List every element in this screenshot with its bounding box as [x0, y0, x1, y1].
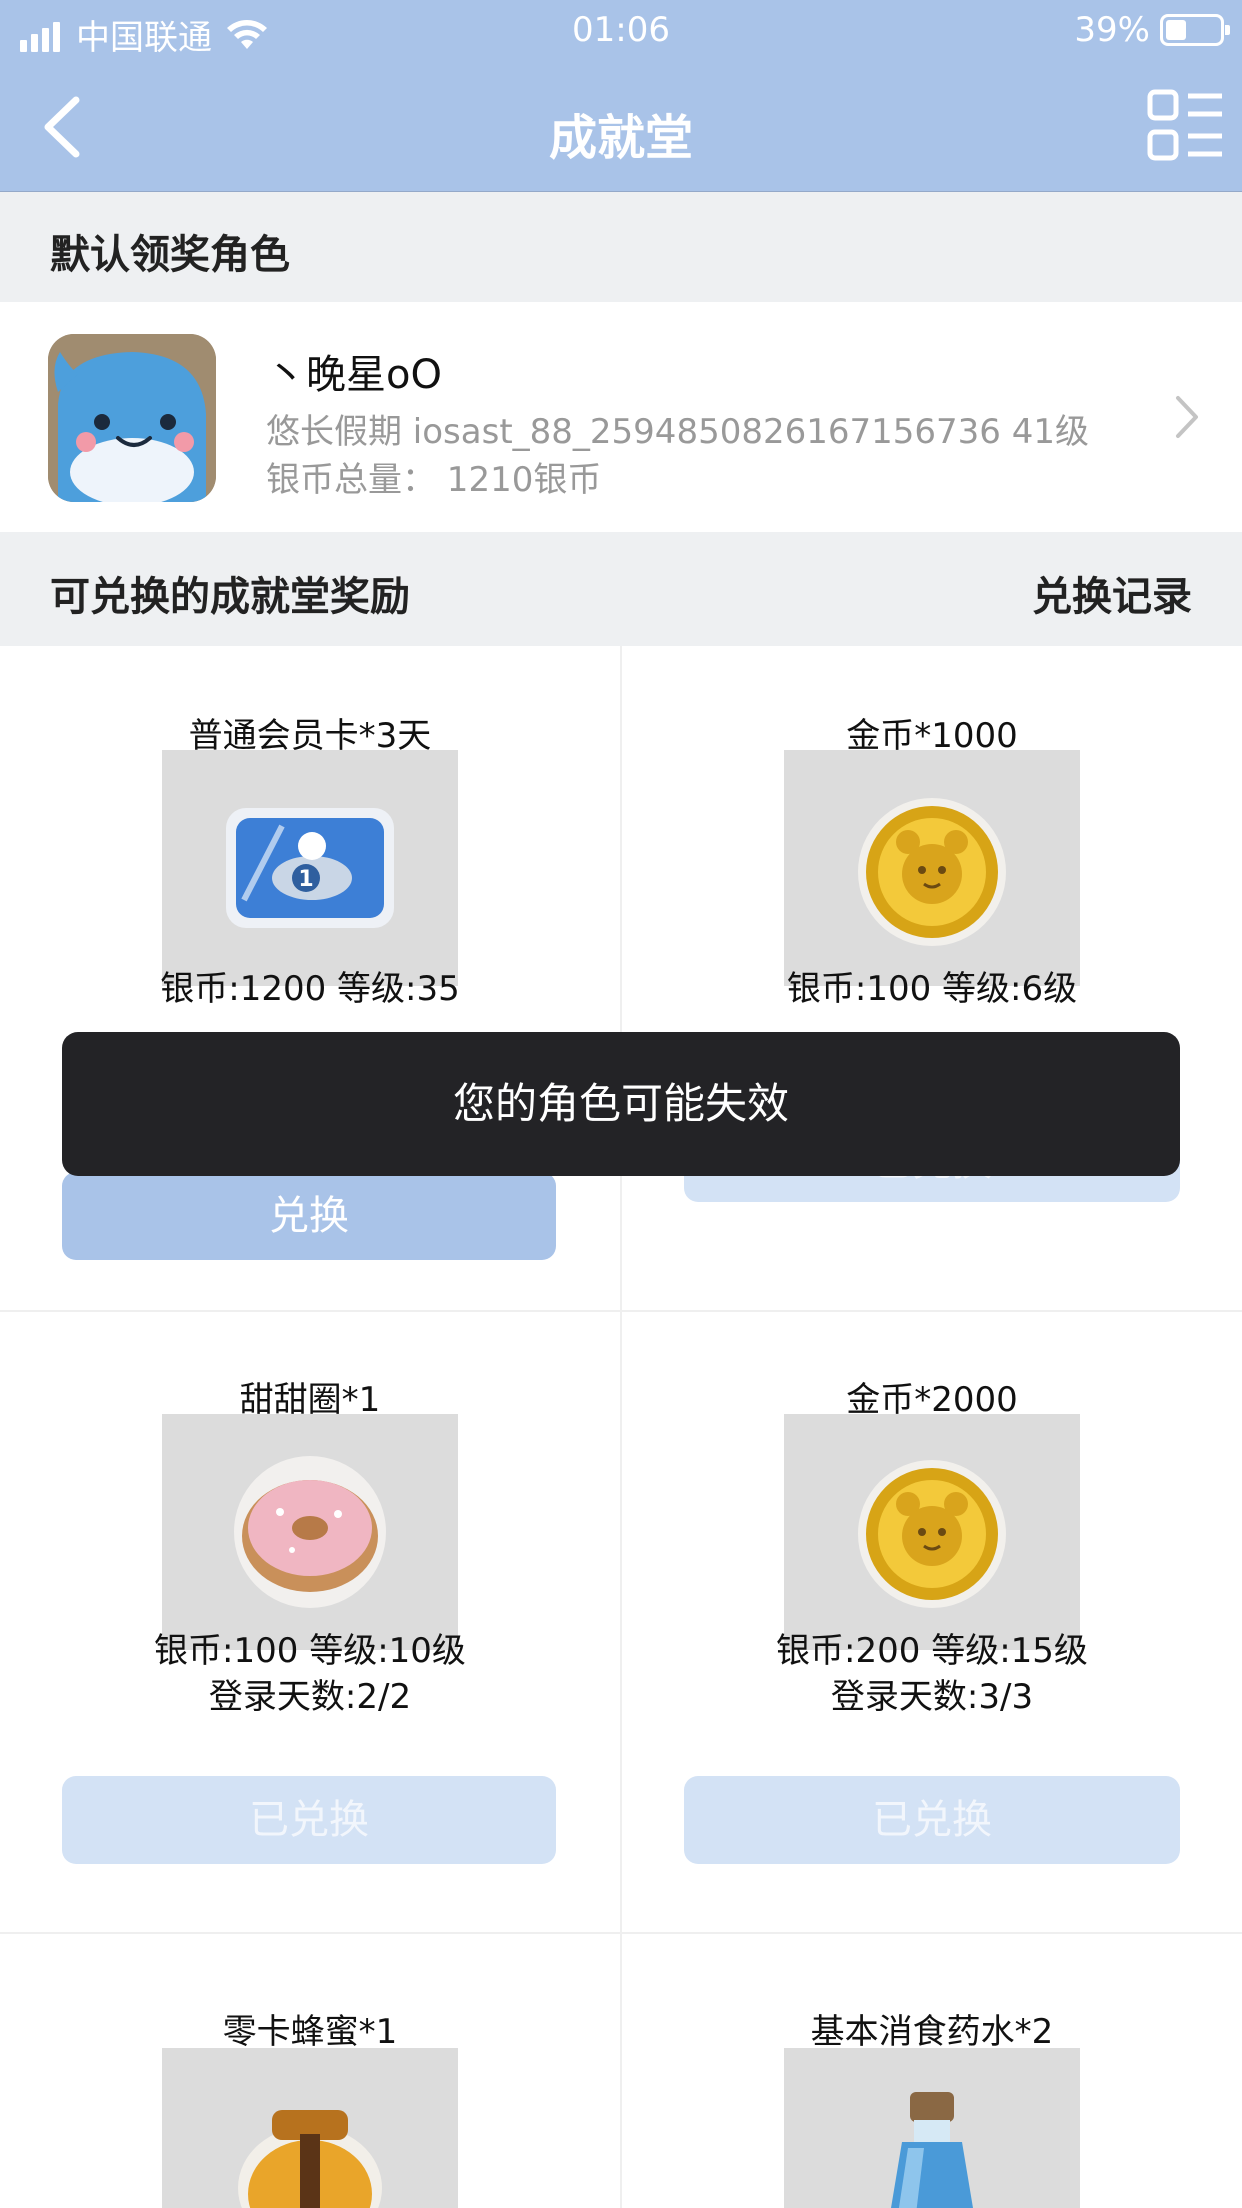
rewards-header: 可兑换的成就堂奖励 兑换记录 [0, 532, 1242, 646]
battery-percent: 39% [1074, 10, 1150, 50]
battery-icon [1160, 14, 1230, 46]
reward-name: 基本消食药水*2 [810, 2012, 1054, 2052]
reward-login-days: 登录天数:3/3 [830, 1677, 1034, 1717]
role-name: 丶晚星oO [266, 352, 442, 398]
status-bar: 中国联通 01:06 39% [0, 0, 1242, 62]
toast-message: 您的角色可能失效 [62, 1032, 1180, 1176]
reward-thumbnail [784, 1414, 1080, 1650]
potion-bottle-icon [891, 2092, 973, 2208]
reward-thumbnail [784, 750, 1080, 986]
reward-item: 零卡蜂蜜*1 [0, 1934, 620, 2208]
reward-name: 零卡蜂蜜*1 [222, 2012, 398, 2052]
exchange-button-disabled[interactable]: 已兑换 [684, 1776, 1180, 1864]
avatar [48, 334, 216, 502]
role-card[interactable]: 丶晚星oO 悠长假期 iosast_88_2594850826167156736… [0, 302, 1242, 532]
role-server-info: 悠长假期 iosast_88_2594850826167156736 41级 [266, 412, 1089, 452]
gold-coin-icon [858, 798, 1006, 946]
reward-thumbnail [162, 2048, 458, 2208]
reward-thumbnail [162, 1414, 458, 1650]
honey-jar-icon [238, 2110, 382, 2208]
reward-item: 金币*2000 银币:200 等级:15级 登录天数:3/3 已兑换 [620, 1312, 1242, 1934]
nav-bar: 成就堂 [0, 62, 1242, 192]
reward-thumbnail: 1 [162, 750, 458, 986]
reward-item: 基本消食药水*2 [620, 1934, 1242, 2208]
battery-fill [1166, 20, 1186, 40]
reward-item: 普通会员卡*3天 1 银币:1200 等级:35 兑换 [0, 646, 620, 1312]
page-title: 成就堂 [548, 110, 693, 166]
reward-login-days: 登录天数:2/2 [208, 1677, 412, 1717]
whale-avatar-icon [48, 334, 216, 502]
reward-item: 甜甜圈*1 银币:100 等级:10级 登录天数:2/2 已兑换 [0, 1312, 620, 1934]
default-role-title: 默认领奖角色 [50, 232, 290, 278]
exchange-button[interactable]: 兑换 [62, 1172, 556, 1260]
list-menu-icon[interactable] [1146, 88, 1226, 164]
rewards-title: 可兑换的成就堂奖励 [50, 574, 410, 620]
donut-icon [234, 1456, 386, 1608]
default-role-header: 默认领奖角色 [0, 192, 1242, 302]
svg-text:1: 1 [298, 867, 313, 892]
reward-thumbnail [784, 2048, 1080, 2208]
member-card-icon: 1 [226, 808, 394, 928]
reward-requirement: 银币:1200 等级:35 [160, 969, 460, 1009]
reward-requirement: 银币:100 等级:6级 [786, 969, 1078, 1009]
exchange-button-disabled[interactable]: 已兑换 [62, 1776, 556, 1864]
reward-requirement: 银币:200 等级:15级 [776, 1631, 1088, 1671]
gold-coin-icon [858, 1460, 1006, 1608]
chevron-right-icon [1176, 396, 1198, 438]
battery-group: 39% [1074, 10, 1230, 50]
exchange-history-link[interactable]: 兑换记录 [1032, 564, 1192, 622]
role-silver-total: 银币总量： 1210银币 [266, 460, 602, 500]
reward-requirement: 银币:100 等级:10级 [154, 1631, 466, 1671]
clock: 01:06 [572, 10, 670, 50]
reward-item: 金币*1000 银币:100 等级:6级 已兑换 [620, 646, 1242, 1312]
